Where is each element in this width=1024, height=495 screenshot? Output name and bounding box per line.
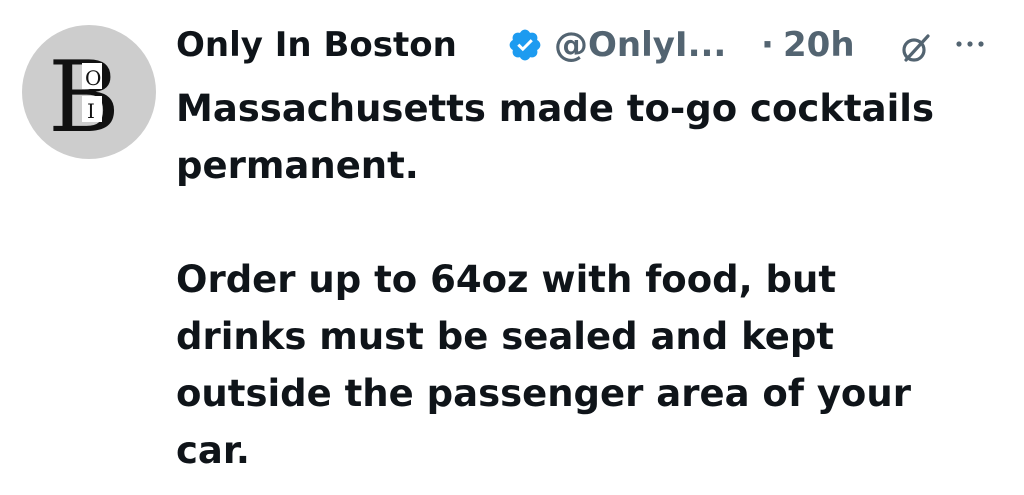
verified-badge-icon [509,29,541,61]
tweet-header: Only In Boston @OnlyI... · 20h [176,22,1006,68]
more-options-icon[interactable] [952,32,988,56]
avatar-logo-icon: B O I [48,41,120,155]
author-handle[interactable]: @OnlyI... [554,22,726,68]
tweet-paragraph: Order up to 64oz with food, but drinks m… [176,258,911,472]
grok-icon[interactable] [898,30,934,66]
tweet-text: Massachusetts made to-go cocktails perma… [176,80,1006,479]
svg-text:I: I [87,99,95,123]
avatar[interactable]: B O I [22,25,156,159]
svg-text:O: O [85,66,101,90]
timestamp[interactable]: 20h [783,22,855,68]
author-display-name[interactable]: Only In Boston [176,22,457,68]
tweet-card[interactable]: B O I Only In Boston @OnlyI... · 20h Mas… [0,0,1024,495]
tweet-paragraph: Massachusetts made to-go cocktails perma… [176,87,934,187]
header-separator: · [761,25,774,65]
